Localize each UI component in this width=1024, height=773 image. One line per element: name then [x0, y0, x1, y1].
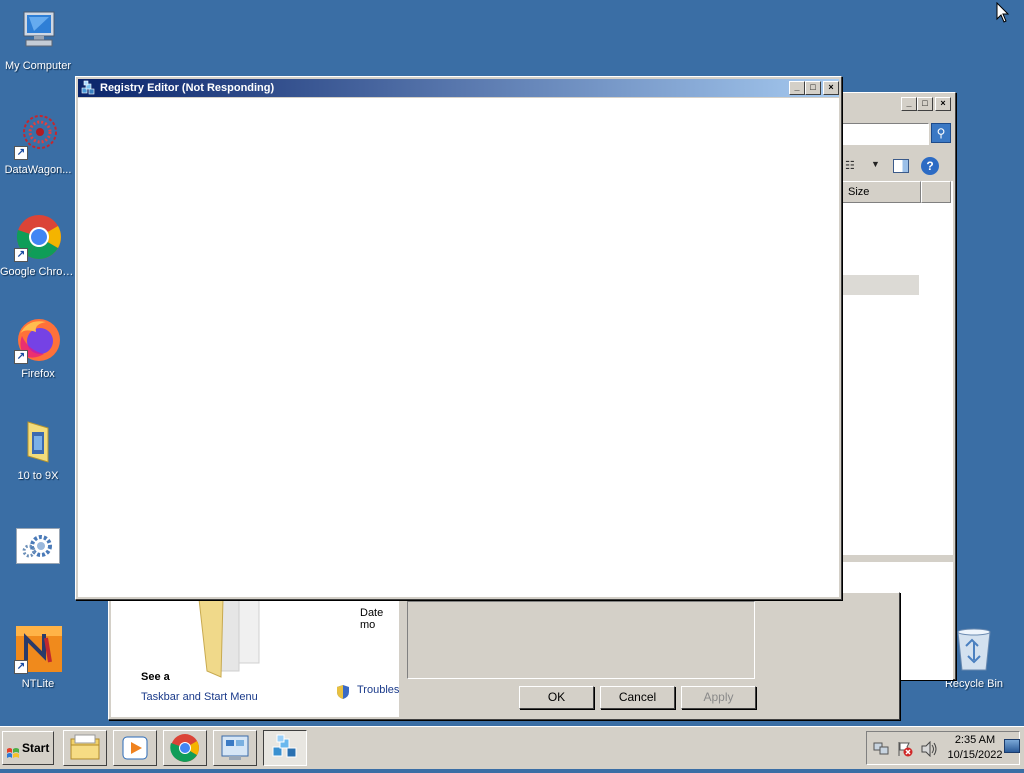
explorer-folder-icon	[70, 734, 100, 760]
system-tray: 2:35 AM 10/15/2022	[866, 731, 1020, 765]
taskbar-explorer-button[interactable]	[63, 730, 107, 766]
view-options-icon[interactable]: ☷	[845, 159, 861, 173]
my-computer-icon	[14, 8, 62, 56]
registry-editor-window: Registry Editor (Not Responding) _ □ ×	[75, 76, 842, 600]
ntlite-icon: ↗	[14, 626, 62, 674]
column-header-blank[interactable]	[921, 181, 951, 203]
file-list: Size	[841, 181, 953, 555]
windows-logo-icon	[6, 741, 20, 758]
chrome-icon: ↗	[14, 214, 62, 262]
help-icon[interactable]: ?	[921, 157, 939, 175]
taskbar: Start 2:35 AM 10/15/2022	[0, 726, 1024, 769]
title-bar[interactable]: Registry Editor (Not Responding) _ □ ×	[78, 79, 839, 97]
date-modified-label: Date mo	[360, 607, 384, 631]
maximize-button[interactable]: □	[805, 81, 821, 95]
desktop-icon-settings[interactable]	[0, 522, 76, 568]
desktop-icon-10-to-9x[interactable]: 10 to 9X	[0, 418, 76, 483]
cancel-button[interactable]: Cancel	[600, 686, 675, 709]
taskbar-media-player-button[interactable]	[113, 730, 157, 766]
minimize-button[interactable]: _	[901, 97, 917, 111]
regedit-icon	[80, 80, 96, 96]
window-title: Registry Editor (Not Responding)	[100, 82, 275, 94]
close-button[interactable]: ×	[823, 81, 839, 95]
show-desktop-button[interactable]	[1004, 739, 1020, 753]
selected-row[interactable]	[841, 275, 919, 295]
media-player-icon	[122, 736, 148, 760]
search-icon[interactable]: ⚲	[931, 123, 951, 143]
action-center-icon[interactable]	[897, 741, 913, 757]
recycle-bin-icon	[950, 626, 998, 674]
taskbar-start-menu-link[interactable]: Taskbar and Start Menu	[141, 691, 258, 703]
properties-dialog: Date mo See a Taskbar and Start Menu Tro…	[108, 592, 900, 720]
maximize-button[interactable]: □	[917, 97, 933, 111]
see-also-heading: See a	[141, 671, 170, 683]
shortcut-arrow-icon: ↗	[14, 350, 28, 364]
datawagon-icon: ↗	[14, 112, 62, 160]
shield-icon	[337, 685, 349, 699]
desktop-icon-firefox[interactable]: ↗ Firefox	[0, 316, 76, 381]
minimize-button[interactable]: _	[789, 81, 805, 95]
close-button[interactable]: ×	[935, 97, 951, 111]
regedit-icon	[272, 734, 297, 758]
desktop-icon-label: Google Chrome	[0, 266, 76, 278]
firefox-icon: ↗	[14, 316, 62, 364]
desktop-icon-label: NTLite	[21, 678, 55, 690]
troubleshoot-link[interactable]: Troubles	[357, 684, 399, 696]
preview-pane-icon[interactable]	[893, 159, 909, 173]
shortcut-arrow-icon: ↗	[14, 146, 28, 160]
dialog-content-panel	[407, 601, 755, 679]
column-header-size[interactable]: Size	[841, 181, 921, 203]
start-label: Start	[22, 741, 50, 755]
desktop-icon-datawagon[interactable]: ↗ DataWagon...	[0, 112, 76, 177]
mouse-cursor-icon	[996, 1, 1010, 24]
desktop-icon-ntlite[interactable]: ↗ NTLite	[0, 626, 76, 691]
taskbar-regedit-button[interactable]	[263, 730, 307, 766]
desktop-icon-label: My Computer	[4, 60, 72, 72]
desktop-icon-google-chrome[interactable]: ↗ Google Chrome	[0, 214, 76, 279]
client-area	[78, 98, 839, 597]
search-input[interactable]	[841, 123, 929, 145]
left-panel: Date mo See a Taskbar and Start Menu Tro…	[111, 598, 399, 717]
apply-button[interactable]: Apply	[681, 686, 756, 709]
desktop-icon-label: 10 to 9X	[17, 470, 59, 482]
desktop-icon-label: Firefox	[21, 368, 55, 380]
network-icon[interactable]	[873, 741, 889, 757]
gears-icon	[16, 528, 60, 564]
shortcut-arrow-icon: ↗	[14, 660, 28, 674]
start-button[interactable]: Start	[2, 731, 54, 765]
clock-time[interactable]: 2:35 AM	[945, 734, 1005, 746]
taskbar-chrome-button[interactable]	[163, 730, 207, 766]
volume-icon[interactable]	[921, 740, 939, 758]
folder-icon	[14, 418, 62, 466]
desktop-icon-my-computer[interactable]: My Computer	[0, 8, 76, 73]
chevron-down-icon[interactable]: ▼	[871, 159, 880, 169]
folder-preview-icon	[169, 598, 279, 679]
desktop-icon-label: DataWagon...	[4, 164, 72, 176]
shortcut-arrow-icon: ↗	[14, 248, 28, 262]
clock-date[interactable]: 10/15/2022	[945, 749, 1005, 761]
chrome-icon	[170, 734, 199, 762]
ok-button[interactable]: OK	[519, 686, 594, 709]
control-panel-icon	[221, 735, 249, 760]
taskbar-control-panel-button[interactable]	[213, 730, 257, 766]
